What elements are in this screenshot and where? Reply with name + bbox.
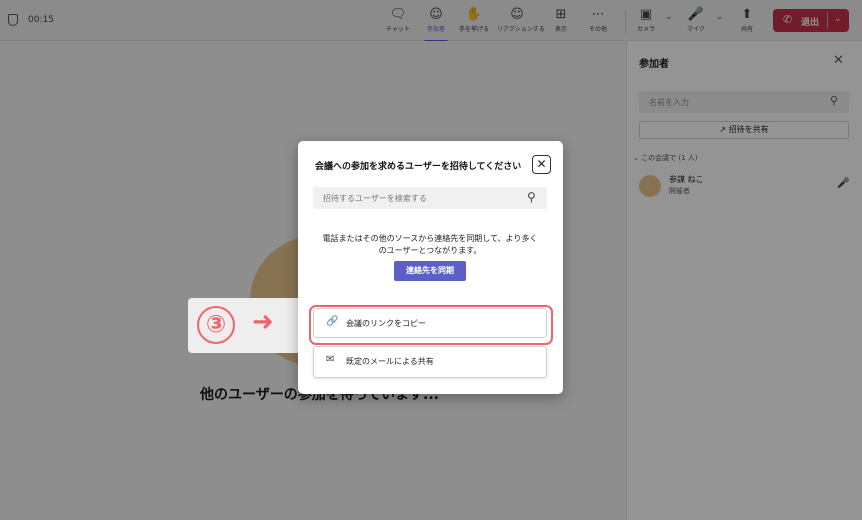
step-callout: ③ ➜: [188, 298, 302, 353]
share-by-email-button[interactable]: ✉ 既定のメールによる共有: [313, 346, 547, 378]
step-number: ③: [197, 306, 235, 344]
highlight-ring: [309, 305, 553, 345]
dialog-title: 会議への参加を求めるユーザーを招待してください: [315, 162, 522, 172]
teams-meeting-window: 00:15 🗨 チャット ☺ 参加者 ✋ 手を挙げる ☺ リアクションする ⊞ …: [0, 0, 862, 520]
search-icon: ⚲: [527, 190, 536, 204]
invite-search-input[interactable]: 招待するユーザーを検索する ⚲: [313, 187, 547, 209]
arrow-right-icon: ➜: [252, 307, 274, 337]
sync-info-text: 電話またはその他のソースから連絡先を同期して、より多く のユーザーとつながります…: [322, 234, 538, 255]
invite-dialog: 会議への参加を求めるユーザーを招待してください ✕ 招待するユーザーを検索する …: [298, 141, 563, 394]
sync-contacts-button[interactable]: 連絡先を同期: [394, 261, 466, 281]
close-icon[interactable]: ✕: [532, 155, 551, 174]
mail-icon: ✉: [326, 354, 335, 365]
